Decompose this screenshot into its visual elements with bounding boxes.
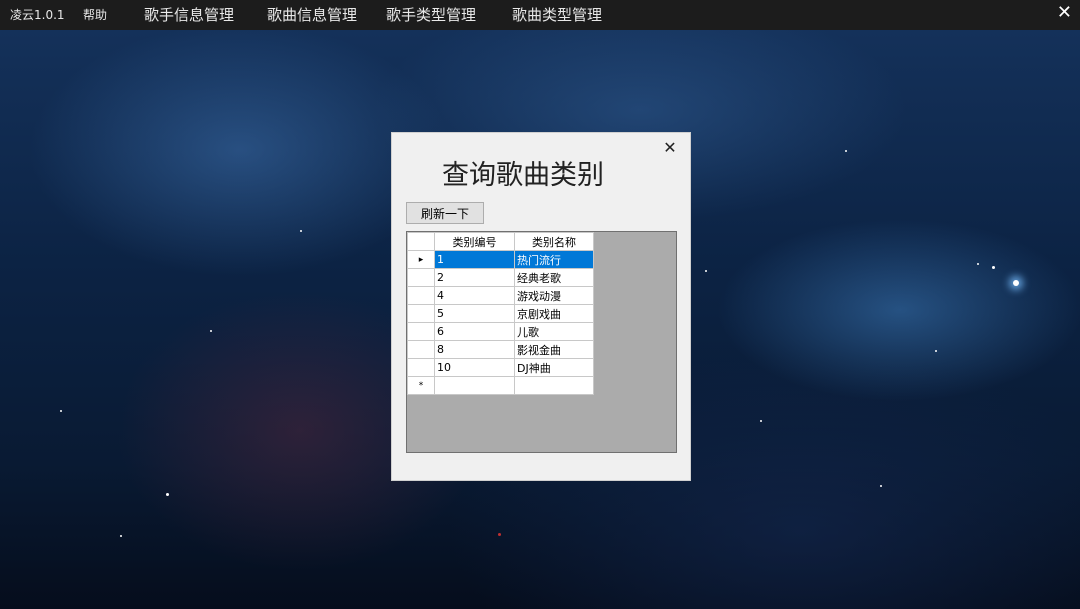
row-header[interactable]: [407, 286, 435, 305]
menu-song-type[interactable]: 歌曲类型管理: [512, 0, 602, 30]
row-header[interactable]: [407, 322, 435, 341]
star: [60, 410, 62, 412]
app-title: 凌云1.0.1: [10, 8, 65, 22]
star: [977, 263, 979, 265]
table-row[interactable]: 8 影视金曲: [407, 340, 594, 359]
star: [845, 150, 847, 152]
cell-name[interactable]: 儿歌: [514, 322, 594, 341]
menu-help[interactable]: 帮助: [83, 0, 107, 30]
cell-id[interactable]: 1: [434, 250, 515, 269]
new-row-marker-icon: *: [407, 376, 435, 395]
cell-name[interactable]: DJ神曲: [514, 358, 594, 377]
refresh-button[interactable]: 刷新一下: [406, 202, 484, 224]
dialog-title: 查询歌曲类别: [442, 160, 604, 191]
table-row[interactable]: 2 经典老歌: [407, 268, 594, 287]
cell-id[interactable]: 8: [434, 340, 515, 359]
table-row[interactable]: 6 儿歌: [407, 322, 594, 341]
cell-name[interactable]: 京剧戏曲: [514, 304, 594, 323]
star: [120, 535, 122, 537]
menu-singer-type[interactable]: 歌手类型管理: [386, 0, 476, 30]
cell-name[interactable]: 影视金曲: [514, 340, 594, 359]
grid-header-row: 类别编号 类别名称: [407, 232, 594, 251]
table-row[interactable]: 4 游戏动漫: [407, 286, 594, 305]
cell-id[interactable]: 5: [434, 304, 515, 323]
column-header-id[interactable]: 类别编号: [434, 232, 515, 251]
new-row[interactable]: *: [407, 376, 594, 395]
star: [935, 350, 937, 352]
star: [760, 420, 762, 422]
cell-name[interactable]: 游戏动漫: [514, 286, 594, 305]
selected-row-marker-icon: ▸: [407, 250, 435, 269]
cell-id[interactable]: 4: [434, 286, 515, 305]
row-header-corner: [407, 232, 435, 251]
cell-id[interactable]: 6: [434, 322, 515, 341]
cell-name[interactable]: 经典老歌: [514, 268, 594, 287]
table-row[interactable]: ▸ 1 热门流行: [407, 250, 594, 269]
star: [498, 533, 501, 536]
cell-id[interactable]: 2: [434, 268, 515, 287]
cell-name[interactable]: 热门流行: [514, 250, 594, 269]
row-header[interactable]: [407, 340, 435, 359]
star: [880, 485, 882, 487]
row-header[interactable]: [407, 268, 435, 287]
column-header-name[interactable]: 类别名称: [514, 232, 594, 251]
cell-id[interactable]: 10: [434, 358, 515, 377]
table-row[interactable]: 10 DJ神曲: [407, 358, 594, 377]
query-song-category-dialog: ✕ 查询歌曲类别 刷新一下 类别编号 类别名称 ▸ 1 热门流行 2 经典老歌 …: [391, 132, 691, 481]
star: [210, 330, 212, 332]
star: [705, 270, 707, 272]
row-header[interactable]: [407, 304, 435, 323]
table-row[interactable]: 5 京剧戏曲: [407, 304, 594, 323]
menu-singer-info[interactable]: 歌手信息管理: [144, 0, 234, 30]
dialog-close-icon[interactable]: ✕: [660, 137, 680, 159]
star: [1013, 280, 1019, 286]
new-cell-id[interactable]: [434, 376, 515, 395]
star: [166, 493, 169, 496]
menu-bar: 凌云1.0.1 帮助 歌手信息管理 歌曲信息管理 歌手类型管理 歌曲类型管理 ✕: [0, 0, 1080, 30]
category-data-grid[interactable]: 类别编号 类别名称 ▸ 1 热门流行 2 经典老歌 4 游戏动漫 5 京剧戏曲 …: [406, 231, 677, 453]
menu-song-info[interactable]: 歌曲信息管理: [267, 0, 357, 30]
star: [992, 266, 995, 269]
star: [300, 230, 302, 232]
new-cell-name[interactable]: [514, 376, 594, 395]
window-close-icon[interactable]: ✕: [1057, 0, 1072, 26]
row-header[interactable]: [407, 358, 435, 377]
